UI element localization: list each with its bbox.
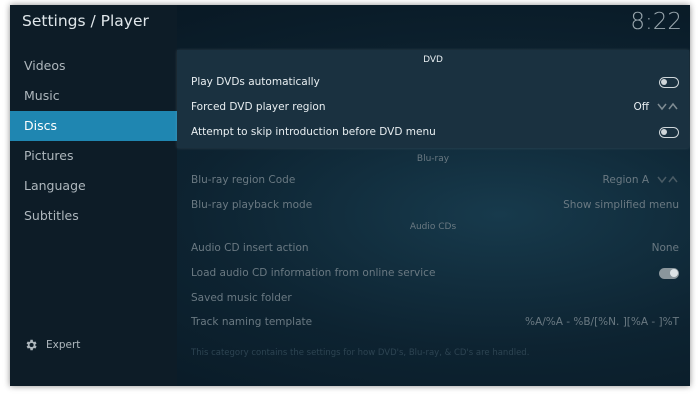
- setting-forced-dvd-region[interactable]: Forced DVD player region Off: [191, 95, 679, 119]
- sidebar-item-music[interactable]: Music: [10, 81, 177, 111]
- clock: 8:22: [630, 9, 682, 35]
- setting-label: Saved music folder: [191, 292, 292, 304]
- setting-saved-music-folder[interactable]: Saved music folder: [191, 286, 679, 310]
- toggle-switch[interactable]: [659, 76, 679, 88]
- setting-label: Blu-ray region Code: [191, 174, 296, 186]
- setting-value: None: [651, 242, 679, 254]
- spinner-arrows-icon[interactable]: [657, 175, 679, 185]
- setting-value: Region A: [602, 174, 649, 186]
- page-title: Settings / Player: [22, 12, 149, 30]
- setting-audio-cd-insert-action[interactable]: Audio CD insert action None: [191, 236, 679, 260]
- sidebar: Videos Music Discs Pictures Language Sub…: [10, 5, 177, 386]
- toggle-switch[interactable]: [659, 126, 679, 138]
- section-header-bluray: Blu-ray: [416, 154, 450, 164]
- toggle-switch[interactable]: [659, 267, 679, 279]
- sidebar-item-discs[interactable]: Discs: [10, 111, 177, 141]
- kodi-window: Videos Music Discs Pictures Language Sub…: [10, 5, 690, 386]
- sidebar-item-pictures[interactable]: Pictures: [10, 141, 177, 171]
- setting-value: Off: [633, 101, 650, 113]
- setting-label: Play DVDs automatically: [191, 76, 320, 88]
- setting-bluray-playback-mode[interactable]: Blu-ray playback mode Show simplified me…: [191, 193, 679, 217]
- setting-value: Show simplified menu: [563, 199, 679, 211]
- gear-icon: [26, 339, 37, 351]
- setting-play-dvds-automatically[interactable]: Play DVDs automatically: [191, 70, 679, 94]
- setting-label: Audio CD insert action: [191, 242, 309, 254]
- setting-label: Track naming template: [191, 316, 313, 328]
- sidebar-item-videos[interactable]: Videos: [10, 51, 177, 81]
- setting-label: Blu-ray playback mode: [191, 199, 313, 211]
- setting-bluray-region-code[interactable]: Blu-ray region Code Region A: [191, 168, 679, 192]
- setting-label: Load audio CD information from online se…: [191, 267, 436, 279]
- section-header-audio-cds: Audio CDs: [409, 222, 457, 232]
- setting-load-cd-info-online[interactable]: Load audio CD information from online se…: [191, 261, 679, 285]
- sidebar-item-language[interactable]: Language: [10, 171, 177, 201]
- setting-skip-dvd-intro[interactable]: Attempt to skip introduction before DVD …: [191, 120, 679, 144]
- sidebar-item-subtitles[interactable]: Subtitles: [10, 201, 177, 231]
- setting-label: Forced DVD player region: [191, 101, 326, 113]
- sidebar-nav: Videos Music Discs Pictures Language Sub…: [10, 51, 177, 231]
- expert-level-button[interactable]: Expert: [24, 338, 80, 352]
- setting-track-naming-template[interactable]: Track naming template %A/%A - %B/[%N. ][…: [191, 310, 679, 334]
- setting-label: Attempt to skip introduction before DVD …: [191, 126, 436, 138]
- settings-panel: DVD Play DVDs automatically Forced DVD p…: [177, 50, 689, 386]
- spinner-arrows-icon[interactable]: [657, 102, 679, 112]
- category-description: This category contains the settings for …: [191, 348, 530, 358]
- section-header-dvd: DVD: [423, 55, 443, 65]
- setting-value: %A/%A - %B/[%N. ][%A - ]%T: [525, 316, 679, 328]
- expert-label: Expert: [46, 339, 81, 351]
